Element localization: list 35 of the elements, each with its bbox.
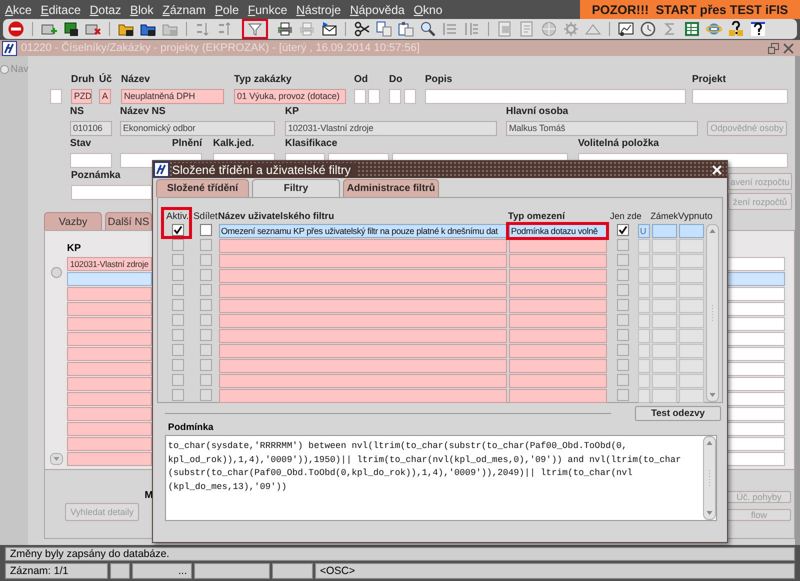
field-label: Klasifikace	[285, 137, 338, 150]
column-header: Zámek	[650, 210, 678, 223]
condition-text: to_char(sysdate,'RRRRMM') between nvl(ltrim(to_char(substr(to_char(Paf00_Obd.ToObd(0, kpl_od_rok)),1,4),'0009')),1950)|| ltrim(to_char(nvl(kpl_od_mes,0),'09')) and nvl(ltrim(to_char (substr(to_char(Paf00_Obd.ToObd(0,kpl_do_rok)),1,4),'0009')),2049)|| ltrim(to_char(nvl (kpl_do_mes,13),'09'))	[167, 440, 682, 494]
column-header: Aktiv.	[166, 210, 189, 224]
status-message: Změny byly zapsány do databáze.	[5, 547, 795, 561]
field-label: Projekt	[692, 73, 726, 86]
field-label: NS	[70, 105, 84, 118]
status-text: Záznam: 1/1	[5, 563, 108, 579]
dialog-title: Složené třídění a uživatelské filtry	[172, 162, 357, 176]
field-label: Poznámka	[71, 169, 120, 182]
warning-banner: POZOR!!! START přes TEST iFIS	[580, 0, 800, 19]
status-text: ...	[132, 563, 192, 579]
field-label: Druh	[71, 73, 94, 86]
field-label: Kalk.jed.	[213, 137, 254, 150]
column-header: Sdílet	[193, 210, 218, 224]
column-header: Typ omezení	[508, 210, 566, 224]
radio-label: Nav	[10, 64, 28, 75]
column-header: KP	[67, 243, 82, 256]
field-label: Podmínka	[168, 422, 214, 434]
field-label: Hlavní osoba	[506, 105, 568, 118]
field-label: Typ zakázky	[234, 73, 292, 86]
field-label: Volitelná položka	[578, 137, 659, 150]
field-label: Název	[121, 73, 150, 86]
column-header: Název uživatelského filtru	[218, 210, 336, 224]
field-label: Do	[389, 73, 402, 86]
field-label: Od	[354, 73, 368, 86]
field-label: Úč	[99, 73, 112, 86]
column-header: Vypnuto	[678, 210, 714, 224]
field-label: Popis	[425, 73, 452, 86]
field-label: Stav	[70, 137, 92, 150]
status-text: <OSC>	[315, 563, 795, 579]
column-header: Jen zde	[610, 210, 642, 223]
field-label: Plnění	[172, 137, 202, 150]
field-label: Název NS	[120, 105, 166, 118]
field-label: KP	[285, 105, 299, 118]
